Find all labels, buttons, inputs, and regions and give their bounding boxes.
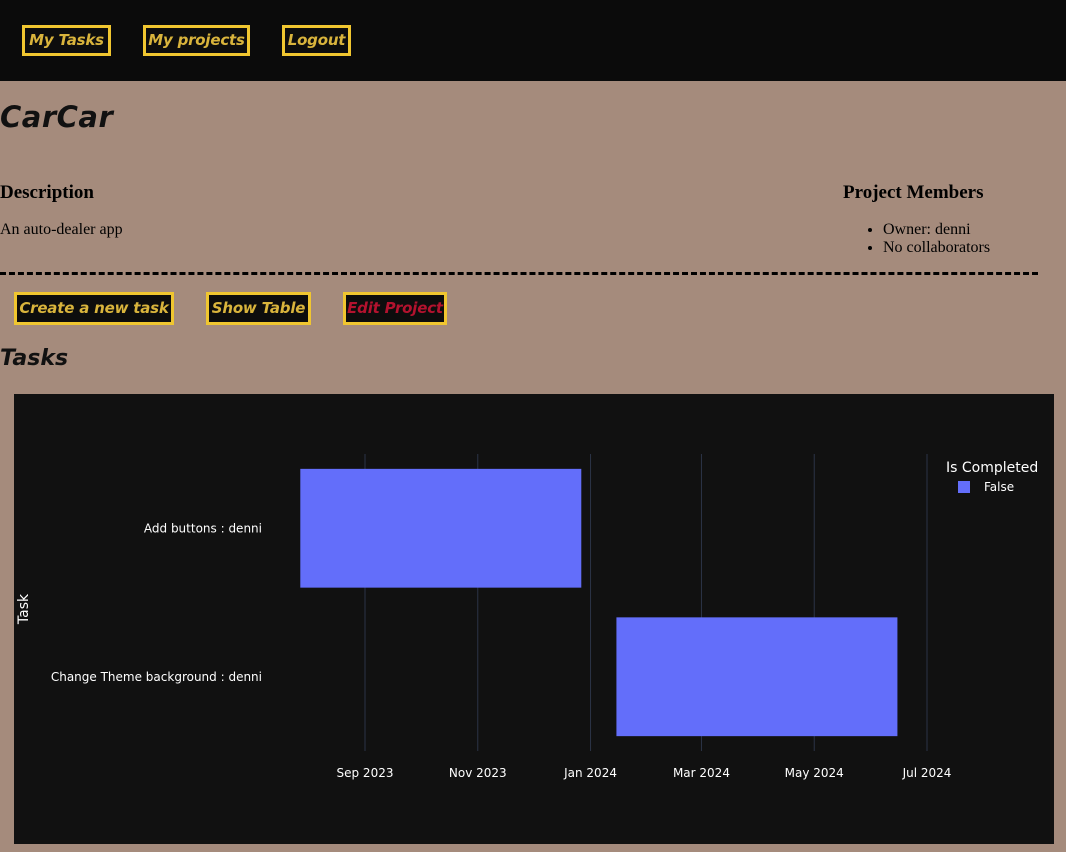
gantt-bar xyxy=(300,468,582,588)
legend-title: Is Completed xyxy=(946,460,1038,476)
members-list: Owner: denni No collaborators xyxy=(863,221,990,257)
legend-item-label: False xyxy=(984,480,1014,494)
project-description: An auto-dealer app xyxy=(0,221,123,238)
my-tasks-button[interactable]: My Tasks xyxy=(22,25,111,56)
edit-project-button[interactable]: Edit Project xyxy=(343,292,447,325)
x-tick-label: Nov 2023 xyxy=(449,766,507,780)
y-tick-label: Change Theme background : denni xyxy=(51,670,262,684)
my-projects-button[interactable]: My projects xyxy=(143,25,250,56)
show-table-button[interactable]: Show Table xyxy=(206,292,311,325)
description-heading: Description xyxy=(0,182,94,203)
tasks-heading: Tasks xyxy=(0,346,69,371)
y-tick-label: Add buttons : denni xyxy=(144,521,262,535)
member-owner: Owner: denni xyxy=(883,221,990,239)
y-axis-label: Task xyxy=(16,593,32,625)
x-tick-label: Sep 2023 xyxy=(337,766,394,780)
x-tick-label: Jan 2024 xyxy=(563,766,617,780)
x-tick-label: Jul 2024 xyxy=(902,766,952,780)
create-task-button[interactable]: Create a new task xyxy=(14,292,174,325)
x-tick-label: Mar 2024 xyxy=(673,766,730,780)
members-heading: Project Members xyxy=(843,182,984,203)
section-divider xyxy=(0,272,1038,275)
navbar: My Tasks My projects Logout xyxy=(0,0,1066,81)
x-tick-label: May 2024 xyxy=(785,766,844,780)
member-collaborators: No collaborators xyxy=(883,239,990,257)
gantt-bar xyxy=(616,617,898,737)
legend-swatch xyxy=(958,481,970,493)
logout-button[interactable]: Logout xyxy=(282,25,351,56)
tasks-gantt-chart: Sep 2023 Nov 2023 Jan 2024 Mar 2024 May 2024… xyxy=(14,394,1054,844)
project-title: CarCar xyxy=(0,100,114,134)
gantt-svg: Sep 2023 Nov 2023 Jan 2024 Mar 2024 May 2024… xyxy=(16,454,1038,780)
